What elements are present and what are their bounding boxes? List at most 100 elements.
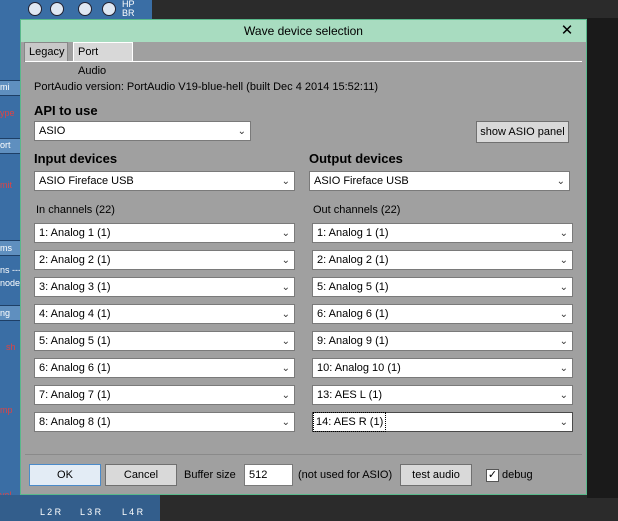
buffer-note: (not used for ASIO) — [298, 469, 393, 481]
buffer-size-label: Buffer size — [184, 469, 236, 481]
tab-panel-border — [25, 61, 582, 62]
in-channel-select[interactable]: 3: Analog 3 (1) ⌄ — [34, 277, 295, 297]
in-channel-select[interactable]: 1: Analog 1 (1) ⌄ — [34, 223, 295, 243]
input-device-select[interactable]: ASIO Fireface USB ⌄ — [34, 171, 295, 191]
bg-label: mi — [0, 82, 10, 92]
output-device-select[interactable]: ASIO Fireface USB ⌄ — [309, 171, 570, 191]
out-channel-select[interactable]: 5: Analog 5 (1) ⌄ — [312, 277, 573, 297]
bg-label: ns --- — [0, 265, 21, 275]
wave-device-dialog: Wave device selection ✕ Legacy Port Audi… — [20, 19, 587, 495]
api-select[interactable]: ASIO ⌄ — [34, 121, 251, 141]
in-channel-select[interactable]: 7: Analog 7 (1) ⌄ — [34, 385, 295, 405]
debug-checkbox[interactable]: ✓ — [486, 469, 499, 482]
in-channels-label: In channels (22) — [36, 204, 115, 216]
in-channel-select[interactable]: 4: Analog 4 (1) ⌄ — [34, 304, 295, 324]
ok-button[interactable]: OK — [29, 464, 101, 486]
bg-label: mp — [0, 405, 13, 415]
out-channel-select[interactable]: 14: AES R (1) ⌄ — [312, 412, 573, 432]
test-audio-button[interactable]: test audio — [400, 464, 472, 486]
in-channel-value: 6: Analog 6 (1) — [39, 362, 111, 374]
in-channel-value: 4: Analog 4 (1) — [39, 308, 111, 320]
bg-left-panel — [0, 0, 22, 521]
chevron-down-icon: ⌄ — [559, 228, 568, 239]
out-channel-value: 2: Analog 2 (1) — [317, 254, 389, 266]
chevron-down-icon: ⌄ — [281, 176, 290, 187]
chevron-down-icon: ⌄ — [237, 126, 246, 137]
in-channel-value: 7: Analog 7 (1) — [39, 389, 111, 401]
chevron-down-icon: ⌄ — [281, 417, 290, 428]
api-select-value: ASIO — [39, 125, 66, 137]
out-channel-select[interactable]: 6: Analog 6 (1) ⌄ — [312, 304, 573, 324]
close-icon[interactable]: ✕ — [558, 22, 576, 40]
chevron-down-icon: ⌄ — [559, 309, 568, 320]
chevron-down-icon: ⌄ — [281, 390, 290, 401]
dialog-title: Wave device selection — [244, 24, 363, 38]
out-channel-select[interactable]: 2: Analog 2 (1) ⌄ — [312, 250, 573, 270]
in-channel-value: 8: Analog 8 (1) — [39, 416, 111, 428]
out-channel-value: 1: Analog 1 (1) — [317, 227, 389, 239]
bg-label: ort — [0, 140, 11, 150]
chevron-down-icon: ⌄ — [559, 255, 568, 266]
in-channel-value: 3: Analog 3 (1) — [39, 281, 111, 293]
input-devices-heading: Input devices — [34, 151, 118, 166]
out-channel-select[interactable]: 10: Analog 10 (1) ⌄ — [312, 358, 573, 378]
bg-right-panel — [587, 18, 618, 498]
chevron-down-icon: ⌄ — [559, 336, 568, 347]
chevron-down-icon: ⌄ — [559, 390, 568, 401]
bg-label: mit — [0, 180, 12, 190]
chevron-down-icon: ⌄ — [281, 363, 290, 374]
in-channel-select[interactable]: 8: Analog 8 (1) ⌄ — [34, 412, 295, 432]
bg-bottom-label: L 4 R — [122, 507, 144, 517]
bg-bottom-label: L 3 R — [80, 507, 102, 517]
bg-label: sh — [6, 342, 16, 352]
output-device-value: ASIO Fireface USB — [314, 175, 409, 187]
buffer-size-input[interactable]: 512 — [244, 464, 293, 486]
out-channel-value: 9: Analog 9 (1) — [317, 335, 389, 347]
bg-label: ype — [0, 108, 15, 118]
in-channel-select[interactable]: 2: Analog 2 (1) ⌄ — [34, 250, 295, 270]
bg-label: node — [0, 278, 21, 288]
out-channel-select[interactable]: 13: AES L (1) ⌄ — [312, 385, 573, 405]
chevron-down-icon: ⌄ — [281, 255, 290, 266]
bg-label: ms — [0, 243, 12, 253]
out-channel-select[interactable]: 1: Analog 1 (1) ⌄ — [312, 223, 573, 243]
in-channel-value: 2: Analog 2 (1) — [39, 254, 111, 266]
in-channel-select[interactable]: 5: Analog 5 (1) ⌄ — [34, 331, 295, 351]
in-channel-select[interactable]: 6: Analog 6 (1) ⌄ — [34, 358, 295, 378]
chevron-down-icon: ⌄ — [281, 336, 290, 347]
chevron-down-icon: ⌄ — [281, 282, 290, 293]
chevron-down-icon: ⌄ — [281, 309, 290, 320]
knob-icon[interactable] — [28, 2, 42, 16]
in-channel-value: 1: Analog 1 (1) — [39, 227, 111, 239]
bg-label: ng — [0, 308, 11, 318]
out-channels-label: Out channels (22) — [313, 204, 401, 216]
chevron-down-icon: ⌄ — [559, 363, 568, 374]
chevron-down-icon: ⌄ — [281, 228, 290, 239]
title-bar[interactable]: Wave device selection ✕ — [21, 20, 586, 42]
out-channel-value: 13: AES L (1) — [317, 389, 383, 401]
out-channel-value: 6: Analog 6 (1) — [317, 308, 389, 320]
cancel-button[interactable]: Cancel — [105, 464, 177, 486]
bg-bottom-label: L 2 R — [40, 507, 62, 517]
chevron-down-icon: ⌄ — [556, 176, 565, 187]
tab-port-audio[interactable]: Port Audio — [73, 42, 133, 77]
footer-divider — [25, 454, 582, 455]
out-channel-select[interactable]: 9: Analog 9 (1) ⌄ — [312, 331, 573, 351]
debug-label: debug — [502, 469, 533, 481]
out-channel-value: 10: Analog 10 (1) — [317, 362, 401, 374]
tab-legacy[interactable]: Legacy — [24, 42, 68, 62]
portaudio-version: PortAudio version: PortAudio V19-blue-he… — [34, 81, 379, 93]
show-asio-panel-button[interactable]: show ASIO panel — [476, 121, 569, 143]
bg-hp-label: HP BR — [122, 0, 135, 18]
output-devices-heading: Output devices — [309, 151, 403, 166]
knob-icon[interactable] — [78, 2, 92, 16]
check-icon: ✓ — [487, 469, 498, 481]
in-channel-value: 5: Analog 5 (1) — [39, 335, 111, 347]
input-device-value: ASIO Fireface USB — [39, 175, 134, 187]
knob-icon[interactable] — [102, 2, 116, 16]
out-channel-value: 5: Analog 5 (1) — [317, 281, 389, 293]
bg-br-text: BR — [122, 8, 135, 18]
api-heading: API to use — [34, 103, 98, 118]
out-channel-value: 14: AES R (1) — [312, 412, 387, 432]
knob-icon[interactable] — [50, 2, 64, 16]
